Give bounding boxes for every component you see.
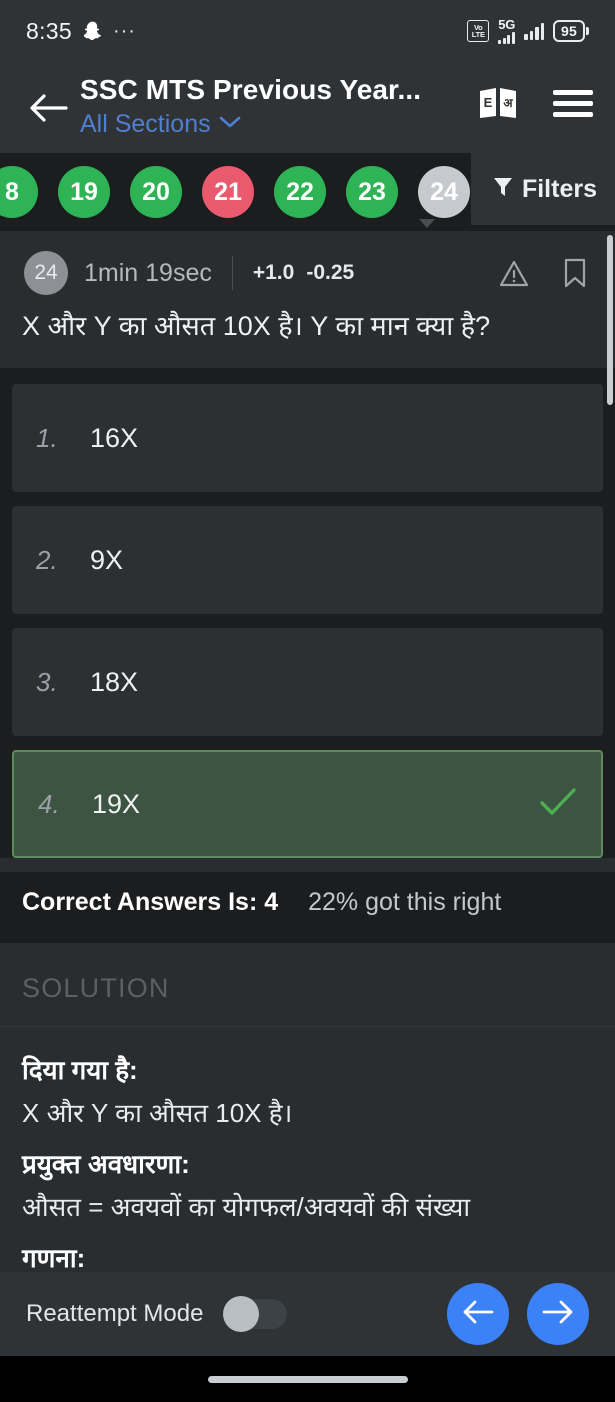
option-text: 19X	[92, 788, 141, 819]
bookmark-icon[interactable]	[563, 258, 587, 288]
nav-buttons	[447, 1283, 589, 1345]
filters-label: Filters	[521, 174, 597, 203]
question-chip[interactable]: 8	[0, 166, 38, 218]
answer-accuracy-stat: 22% got this right	[308, 888, 502, 917]
bottom-bar: Reattempt Mode	[0, 1272, 615, 1356]
reattempt-mode-label: Reattempt Mode	[26, 1300, 204, 1327]
arrow-left-icon	[462, 1299, 494, 1330]
question-chip[interactable]: 21	[202, 166, 254, 218]
page-title: SSC MTS Previous Year...	[80, 74, 422, 105]
option-row-correct[interactable]: 4. 19X	[12, 750, 603, 859]
question-chip[interactable]: 19	[58, 166, 110, 218]
solution-calculation-heading: गणना:	[22, 1243, 86, 1272]
option-row[interactable]: 2. 9X	[12, 506, 603, 615]
arrow-right-icon	[542, 1299, 574, 1330]
option-row[interactable]: 1. 16X	[12, 384, 603, 493]
svg-text:अ: अ	[503, 96, 513, 110]
app-screen: 8:35 ··· Vo LTE 5G 95 SSC MTS Previous Y…	[0, 0, 615, 1402]
question-number-badge: 24	[24, 251, 68, 295]
option-number: 1.	[36, 422, 58, 453]
back-arrow-icon	[28, 92, 68, 129]
filters-button[interactable]: Filters	[470, 153, 615, 225]
battery-cap-icon	[586, 27, 589, 35]
option-number: 3.	[36, 666, 58, 697]
solution-given-heading: दिया गया है:	[22, 1055, 138, 1086]
status-bar-left: 8:35 ···	[26, 18, 136, 45]
section-selector-label: All Sections	[80, 110, 211, 138]
question-chip[interactable]: 23	[346, 166, 398, 218]
volte-icon: Vo LTE	[467, 20, 490, 42]
status-time: 8:35	[26, 17, 72, 44]
svg-text:E: E	[484, 95, 493, 110]
section-selector[interactable]: All Sections	[80, 110, 463, 139]
question-time-taken: 1min 19sec	[84, 258, 212, 287]
correct-check-icon	[539, 787, 577, 822]
scrollbar-thumb[interactable]	[607, 235, 613, 405]
solution-concept-text: औसत = अवयवों का योगफल/अवयवों की संख्या	[22, 1192, 471, 1223]
app-header: SSC MTS Previous Year... All Sections E …	[0, 62, 615, 153]
back-button[interactable]	[22, 84, 74, 136]
meta-divider	[231, 256, 233, 290]
status-bar-right: Vo LTE 5G 95	[467, 18, 589, 44]
solution-content: दिया गया है: X और Y का औसत 10X है। प्रयु…	[0, 1027, 615, 1272]
question-actions	[499, 258, 591, 288]
question-chip[interactable]: 22	[274, 166, 326, 218]
header-titles: SSC MTS Previous Year... All Sections	[80, 68, 463, 139]
question-chip[interactable]: 20	[130, 166, 182, 218]
header-actions: E अ	[477, 86, 593, 120]
signal-bars-icon	[524, 22, 545, 40]
network-indicator: 5G	[498, 18, 515, 44]
question-text: X और Y का औसत 10X है। Y का मान क्या है?	[22, 311, 491, 341]
warning-triangle-icon[interactable]	[499, 260, 529, 287]
answer-summary: Correct Answers Is: 4 22% got this right	[0, 872, 615, 944]
option-text: 9X	[90, 544, 124, 575]
solution-tabbar: SOLUTION	[0, 943, 615, 1028]
gesture-pill[interactable]	[207, 1375, 408, 1383]
status-bar: 8:35 ··· Vo LTE 5G 95	[0, 0, 615, 62]
reattempt-mode-toggle[interactable]	[223, 1296, 288, 1332]
android-gesture-bar[interactable]	[0, 1356, 615, 1402]
battery-indicator: 95	[553, 20, 589, 42]
solution-concept-heading: प्रयुक्त अवधारणा:	[22, 1149, 190, 1180]
previous-question-button[interactable]	[447, 1283, 509, 1345]
option-number: 2.	[36, 544, 58, 575]
status-more-dots: ···	[112, 20, 136, 42]
question-scroll-area[interactable]: 24 1min 19sec +1.0 -0.25 X और Y का औसत 1…	[0, 231, 615, 1272]
solution-given-text: X और Y का औसत 10X है।	[22, 1098, 293, 1129]
signal-bars-small-icon	[498, 32, 515, 44]
question-meta-row: 24 1min 19sec +1.0 -0.25	[0, 231, 615, 299]
positive-mark: +1.0	[252, 261, 295, 284]
snapchat-ghost-icon	[83, 21, 101, 42]
negative-mark: -0.25	[306, 261, 355, 284]
option-text: 18X	[90, 666, 139, 697]
option-text: 16X	[90, 422, 139, 453]
filter-funnel-icon	[493, 176, 513, 203]
tab-solution[interactable]: SOLUTION	[22, 973, 170, 1003]
question-chip-current[interactable]: 24	[418, 166, 470, 218]
network-type-label: 5G	[498, 17, 516, 32]
volte-label-bottom: LTE	[471, 30, 485, 39]
hamburger-menu-icon[interactable]	[553, 89, 593, 117]
correct-answer-label: Correct Answers Is: 4	[22, 888, 279, 917]
question-number-strip[interactable]: 8 19 20 21 22 23 24 Filters	[0, 153, 615, 231]
question-chip-list: 8 19 20 21 22 23 24	[0, 153, 542, 231]
chevron-down-icon	[219, 115, 241, 134]
toggle-knob	[223, 1296, 260, 1332]
option-number: 4.	[38, 788, 60, 819]
question-marks: +1.0 -0.25	[253, 261, 354, 285]
current-question-marker-icon	[419, 219, 435, 228]
battery-percent-label: 95	[553, 20, 585, 42]
options-list: 1. 16X 2. 9X 3. 18X 4. 19X	[0, 368, 615, 859]
option-row[interactable]: 3. 18X	[12, 628, 603, 737]
next-question-button[interactable]	[527, 1283, 589, 1345]
language-toggle-button[interactable]: E अ	[477, 86, 519, 120]
